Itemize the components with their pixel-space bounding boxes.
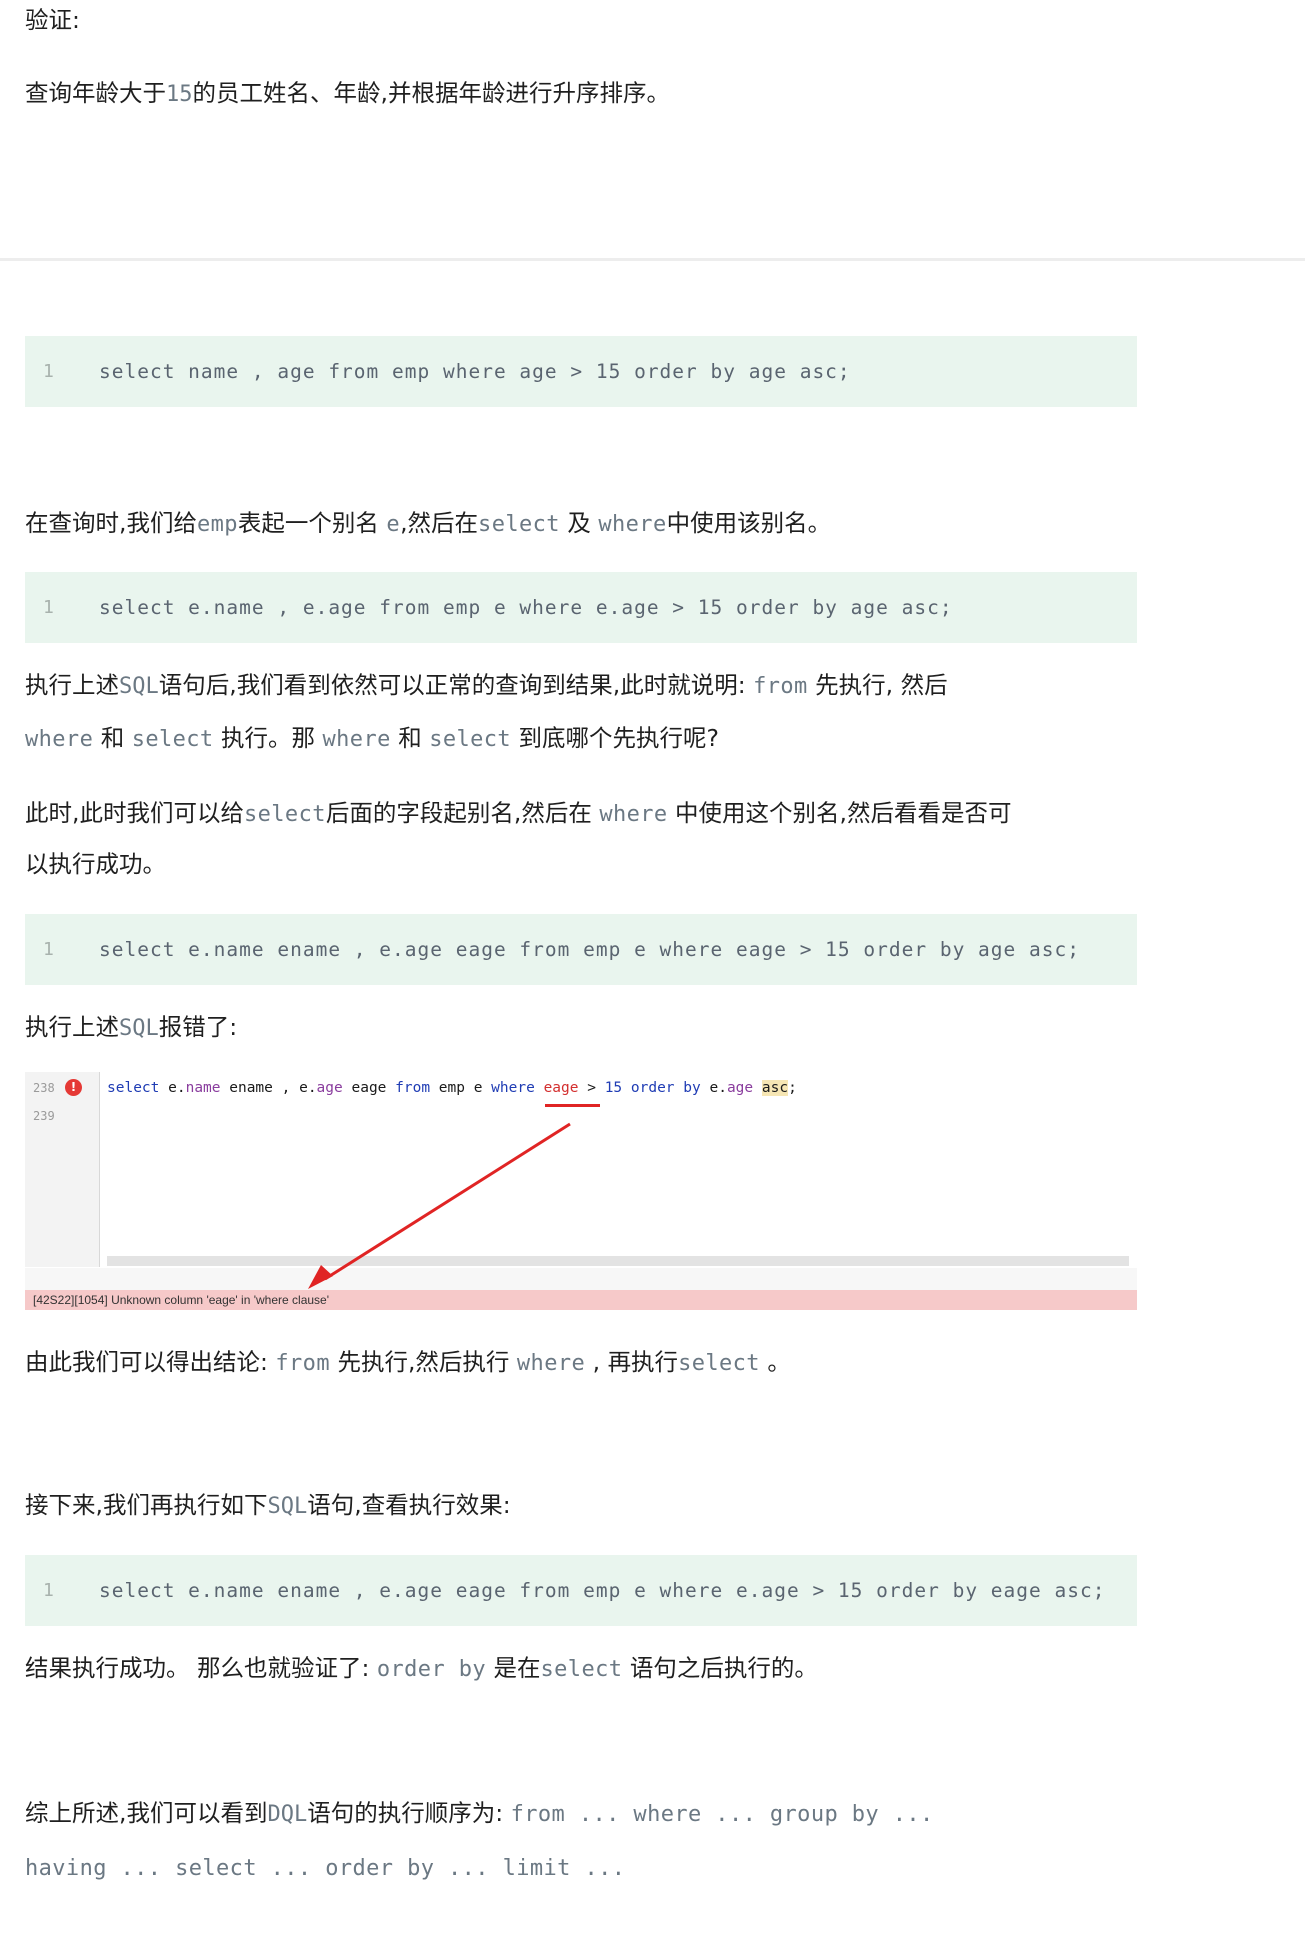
section-divider — [0, 258, 1305, 261]
error-paragraph: 执行上述SQL报错了: — [25, 1013, 238, 1041]
summary-line1: 综上所述,我们可以看到DQL语句的执行顺序为: from ... where .… — [25, 1799, 934, 1827]
heading-verify: 验证: — [25, 6, 80, 34]
code-block-2: 1 select e.name , e.age from emp e where… — [25, 572, 1137, 643]
code-text: select e.name ename , e.age eage from em… — [99, 938, 1080, 961]
code-text: select e.name , e.age from emp e where e… — [99, 596, 953, 619]
line-number: 1 — [43, 939, 54, 960]
conclusion-paragraph: 由此我们可以得出结论: from 先执行,然后执行 where , 再执行sel… — [25, 1348, 791, 1376]
summary-line2: having ... select ... order by ... limit… — [25, 1856, 626, 1881]
code-text: select e.name ename , e.age eage from em… — [99, 1579, 1106, 1602]
line-number: 1 — [43, 1580, 54, 1601]
code-block-3: 1 select e.name ename , e.age eage from … — [25, 914, 1137, 985]
exec-paragraph-line2: where 和 select 执行。那 where 和 select 到底哪个先… — [25, 724, 720, 752]
line-number: 1 — [43, 597, 54, 618]
line-number: 1 — [43, 361, 54, 382]
ide-screenshot: 238 ! 239 select e.name ename , e.age ea… — [25, 1072, 1137, 1314]
code-block-4: 1 select e.name ename , e.age eage from … — [25, 1555, 1137, 1626]
code-block-1: 1 select name , age from emp where age >… — [25, 336, 1137, 407]
alias-paragraph: 在查询时,我们给emp表起一个别名 e,然后在select 及 where中使用… — [25, 509, 832, 537]
code-text: select name , age from emp where age > 1… — [99, 360, 851, 383]
query-description: 查询年龄大于15的员工姓名、年龄,并根据年龄进行升序排序。 — [25, 79, 670, 107]
red-arrow-icon — [308, 1122, 571, 1289]
success-paragraph: 结果执行成功。 那么也就验证了: order by 是在select 语句之后执… — [25, 1654, 818, 1682]
field-alias-line2: 以执行成功。 — [25, 850, 166, 878]
field-alias-line1: 此时,此时我们可以给select后面的字段起别名,然后在 where 中使用这个… — [25, 799, 1012, 827]
exec-paragraph-line1: 执行上述SQL语句后,我们看到依然可以正常的查询到结果,此时就说明: from … — [25, 671, 948, 699]
next-paragraph: 接下来,我们再执行如下SQL语句,查看执行效果: — [25, 1491, 511, 1519]
